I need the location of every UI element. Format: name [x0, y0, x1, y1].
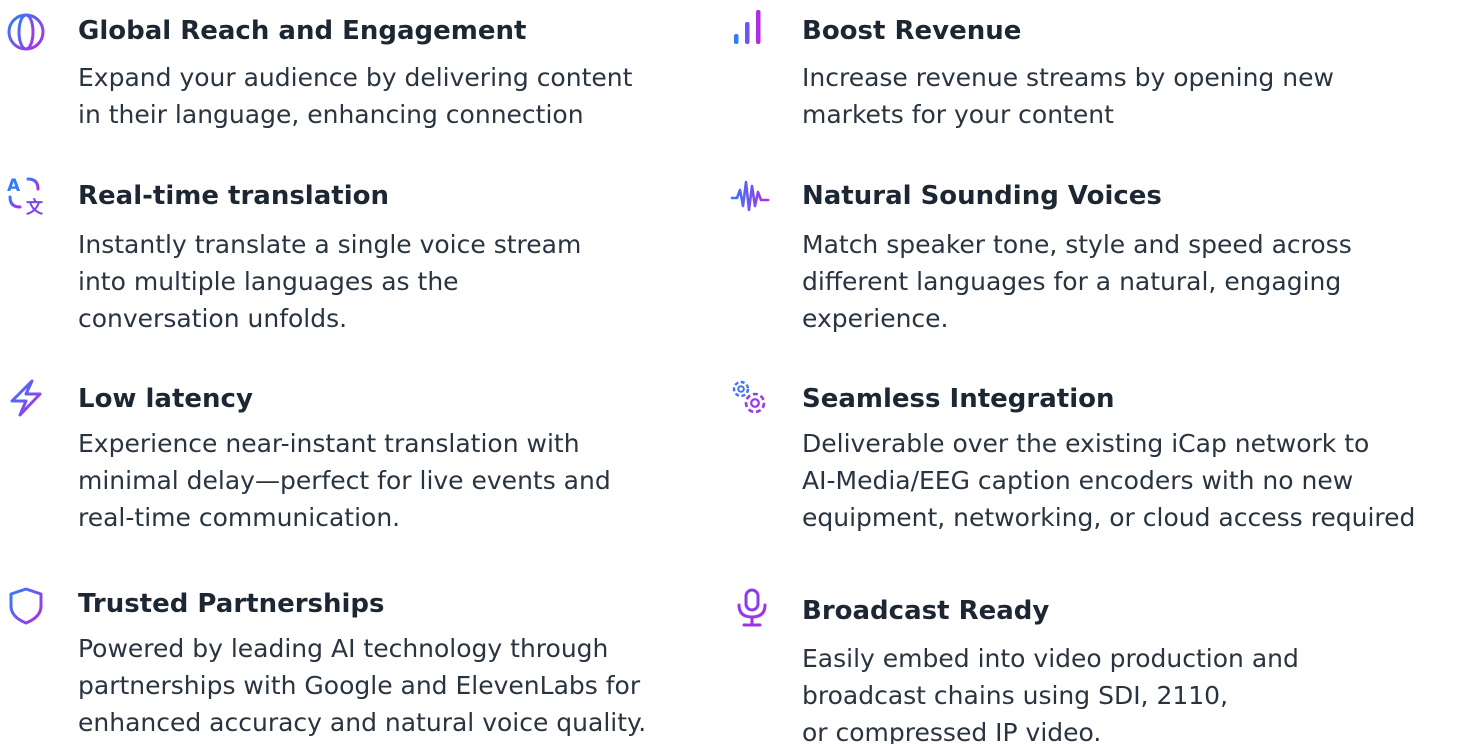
feature-description: Experience near-instant translation with…	[78, 425, 611, 536]
description-line: experience.	[802, 304, 949, 333]
feature-description: Instantly translate a single voice strea…	[78, 226, 581, 337]
soundwave-icon	[730, 176, 770, 216]
description-line: Experience near-instant translation with	[78, 429, 580, 458]
feature-description: Expand your audience by delivering conte…	[78, 59, 632, 133]
feature-description: Match speaker tone, style and speed acro…	[802, 226, 1352, 337]
description-line: Easily embed into video production and	[802, 644, 1299, 673]
description-line: Increase revenue streams by opening new	[802, 63, 1334, 92]
bar-chart-icon	[730, 8, 770, 48]
description-line: conversation unfolds.	[78, 304, 348, 333]
lightning-icon	[6, 378, 46, 418]
microphone-icon	[732, 588, 772, 628]
gears-icon	[728, 376, 768, 416]
translate-icon: A 文	[6, 175, 46, 215]
description-line: equipment, networking, or cloud access r…	[802, 503, 1416, 532]
description-line: enhanced accuracy and natural voice qual…	[78, 708, 647, 737]
feature-title: Low latency	[78, 384, 253, 414]
description-line: AI-Media/EEG caption encoders with no ne…	[802, 466, 1354, 495]
feature-title: Seamless Integration	[802, 384, 1115, 414]
feature-description: Deliverable over the existing iCap netwo…	[802, 425, 1415, 536]
feature-title: Broadcast Ready	[802, 596, 1050, 626]
description-line: partnerships with Google and ElevenLabs …	[78, 671, 641, 700]
description-line: Powered by leading AI technology through	[78, 634, 609, 663]
globe-icon	[6, 12, 46, 52]
feature-description: Powered by leading AI technology through…	[78, 630, 646, 741]
feature-title: Trusted Partnerships	[78, 589, 385, 619]
feature-title: Boost Revenue	[802, 16, 1022, 46]
shield-icon	[6, 586, 46, 626]
feature-title: Global Reach and Engagement	[78, 16, 527, 46]
description-line: minimal delay—perfect for live events an…	[78, 466, 611, 495]
description-line: in their language, enhancing connection	[78, 100, 584, 129]
description-line: Instantly translate a single voice strea…	[78, 230, 582, 259]
description-line: or compressed IP video.	[802, 718, 1102, 744]
description-line: markets for your content	[802, 100, 1114, 129]
description-line: broadcast chains using SDI, 2110,	[802, 681, 1229, 710]
description-line: Deliverable over the existing iCap netwo…	[802, 429, 1370, 458]
feature-title: Natural Sounding Voices	[802, 181, 1162, 211]
description-line: into multiple languages as the	[78, 267, 459, 296]
description-line: different languages for a natural, engag…	[802, 267, 1342, 296]
description-line: Match speaker tone, style and speed acro…	[802, 230, 1352, 259]
feature-description: Increase revenue streams by opening new …	[802, 59, 1334, 133]
description-line: Expand your audience by delivering conte…	[78, 63, 633, 92]
feature-description: Easily embed into video production and b…	[802, 640, 1299, 744]
svg-text:文: 文	[26, 197, 44, 215]
feature-title: Real-time translation	[78, 181, 389, 211]
description-line: real-time communication.	[78, 503, 401, 532]
svg-text:A: A	[7, 176, 21, 196]
